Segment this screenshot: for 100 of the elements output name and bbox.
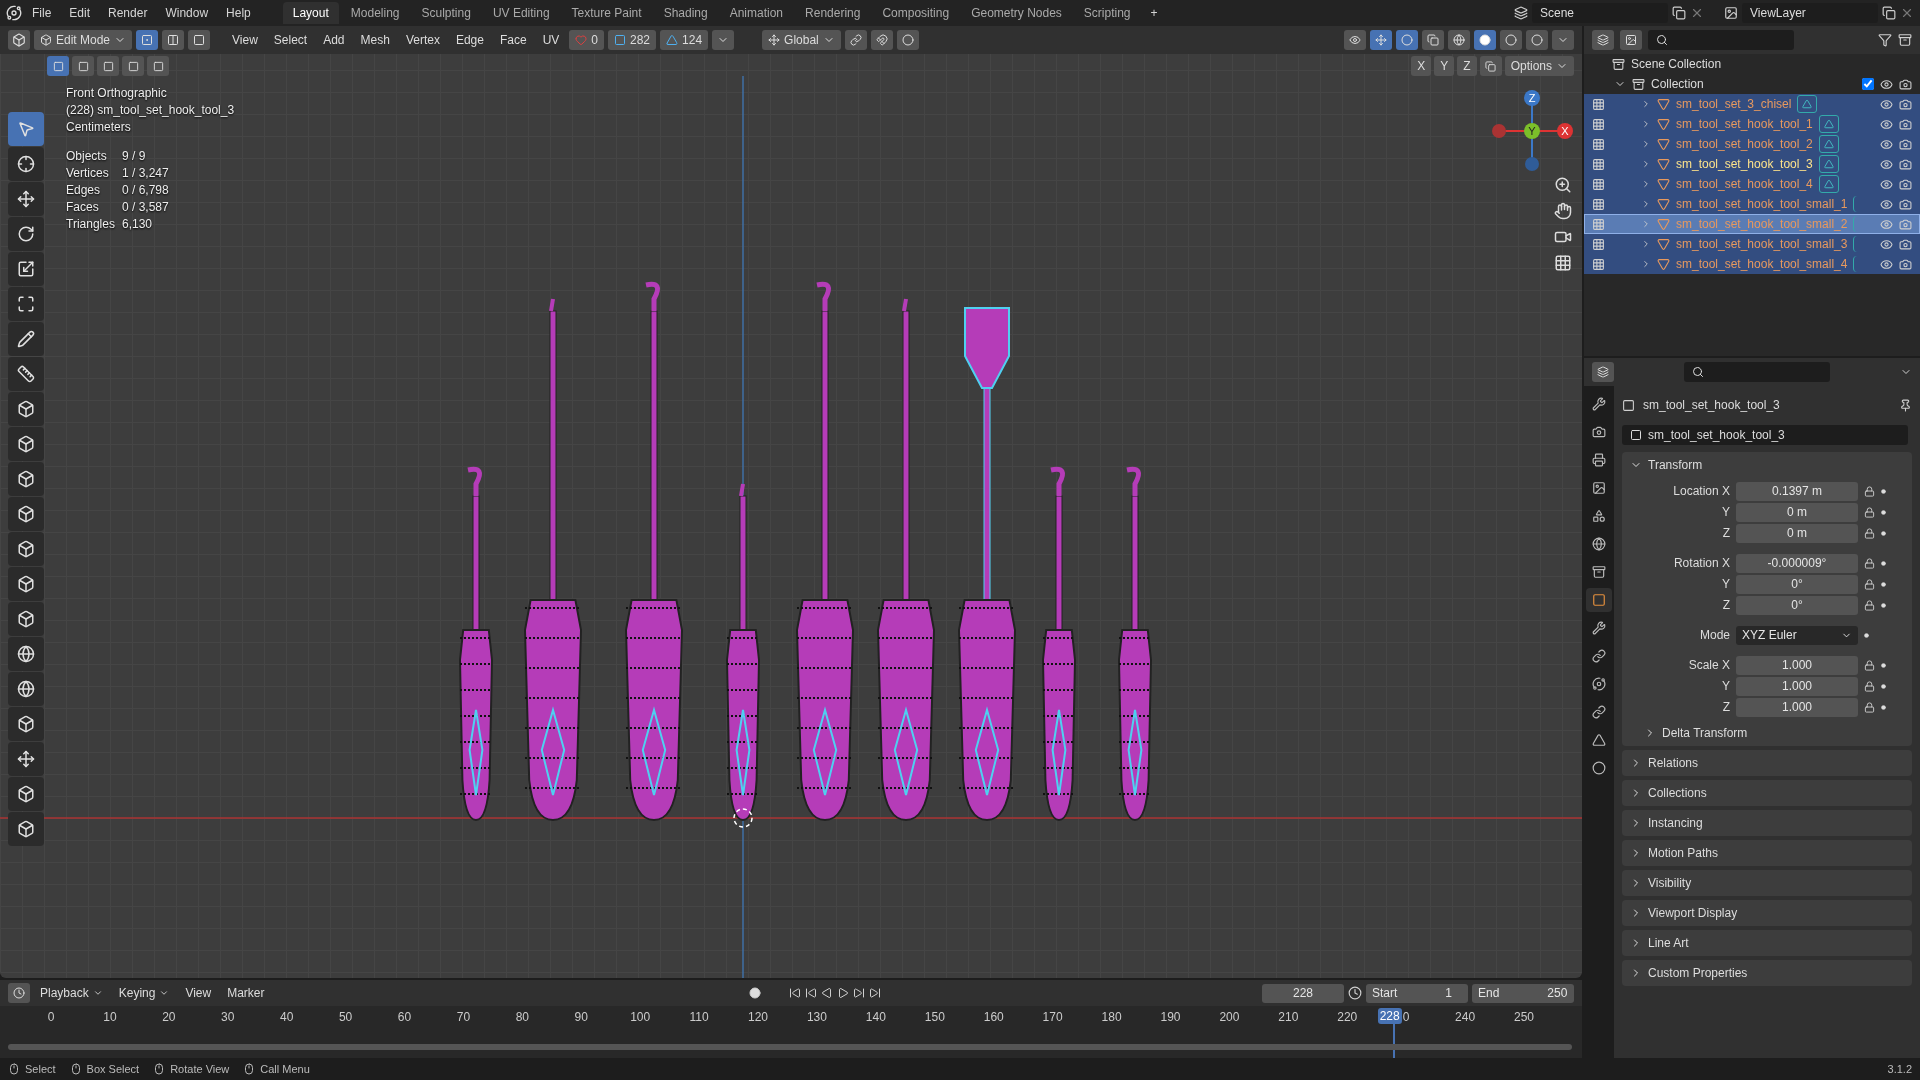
crosshair-tool[interactable] — [8, 147, 44, 181]
zoom-icon[interactable] — [1554, 176, 1572, 194]
mesh-object-icon[interactable] — [1657, 157, 1670, 171]
menu-item[interactable]: View — [179, 983, 218, 1003]
cube-tool[interactable] — [8, 427, 44, 461]
keyframe-dot-icon[interactable] — [1881, 602, 1886, 608]
workspace-tab[interactable]: Rendering — [795, 2, 871, 24]
camera-icon[interactable] — [1899, 77, 1912, 91]
mirror-button[interactable] — [1479, 56, 1502, 76]
keyframe-dot-icon[interactable] — [1881, 581, 1886, 587]
menu-item[interactable]: Add — [317, 30, 351, 50]
mesh-object-icon[interactable] — [1657, 257, 1670, 271]
add-workspace-button[interactable]: + — [1142, 3, 1166, 23]
selection-mode-button[interactable] — [97, 56, 119, 76]
copy-icon[interactable] — [1882, 6, 1896, 20]
mesh-data-icon[interactable] — [1818, 115, 1839, 133]
camera-icon[interactable] — [1899, 117, 1912, 131]
pin-icon[interactable] — [1899, 398, 1912, 412]
workspace-tab[interactable]: Modeling — [340, 2, 410, 24]
lock-icon[interactable] — [1864, 701, 1875, 713]
number-field[interactable]: 0 m — [1736, 523, 1858, 543]
outliner-row[interactable]: sm_tool_set_hook_tool_2 — [1584, 134, 1920, 154]
workspace-tab[interactable]: UV Editing — [482, 2, 560, 24]
menu-item[interactable]: Window — [157, 3, 217, 23]
lock-icon[interactable] — [1864, 527, 1875, 539]
material-shading-button[interactable] — [1500, 30, 1522, 50]
menu-item[interactable]: Marker — [221, 983, 271, 1003]
mesh-data-icon[interactable] — [1818, 175, 1839, 193]
next-keyframe-icon[interactable] — [852, 987, 865, 999]
playhead[interactable]: 228 — [1377, 1008, 1402, 1024]
cube-tool[interactable] — [8, 532, 44, 566]
edit-mode-icon[interactable] — [1592, 97, 1605, 111]
hand-icon[interactable] — [1554, 202, 1572, 220]
cube-tool[interactable] — [8, 462, 44, 496]
menu-item[interactable]: Face — [493, 30, 533, 50]
mesh-object-icon[interactable] — [1657, 137, 1670, 151]
menu-item[interactable]: Vertex — [399, 30, 446, 50]
edit-mode-icon[interactable] — [1592, 117, 1605, 131]
outliner-item[interactable]: Collection — [1651, 77, 1704, 91]
workspace-tab[interactable]: Sculpting — [411, 2, 481, 24]
edit-mode-icon[interactable] — [1592, 217, 1605, 231]
scrollbar[interactable] — [8, 1044, 1572, 1050]
keyframe-dot-icon[interactable] — [1881, 509, 1886, 515]
selection-mode-button[interactable] — [72, 56, 94, 76]
gizmo-button[interactable] — [1370, 30, 1392, 50]
eye-icon[interactable] — [1880, 197, 1893, 211]
edit-mode-icon[interactable] — [1592, 197, 1605, 211]
dropdown-button[interactable] — [712, 30, 735, 50]
pencil-tool[interactable] — [8, 322, 44, 356]
selection-mode-button[interactable] — [122, 56, 144, 76]
scale-tool[interactable] — [8, 252, 44, 286]
mode-dropdown[interactable]: XYZ Euler — [1736, 625, 1858, 645]
overlay-button[interactable] — [1396, 30, 1418, 50]
grid-icon[interactable] — [1554, 254, 1572, 272]
dropdown-button[interactable] — [1552, 30, 1574, 50]
panel-header[interactable]: Transform — [1630, 455, 1904, 475]
number-field[interactable]: 0.1397 m — [1736, 481, 1858, 501]
vertex-select-button[interactable] — [136, 30, 159, 50]
mesh-data-icon[interactable] — [1818, 135, 1839, 153]
number-field[interactable]: 0 m — [1736, 502, 1858, 522]
options-dropdown[interactable]: Options — [1504, 56, 1574, 76]
menu-item[interactable]: File — [24, 3, 60, 23]
move-tool[interactable] — [8, 182, 44, 216]
workspace-tab[interactable]: Scripting — [1073, 2, 1141, 24]
lock-icon[interactable] — [1864, 659, 1875, 671]
properties-tab[interactable] — [1586, 588, 1612, 612]
orientation-dropdown[interactable]: Global — [762, 30, 841, 50]
close-icon[interactable] — [1900, 6, 1914, 20]
copy-icon[interactable] — [1672, 6, 1686, 20]
scene-field[interactable]: Scene — [1532, 3, 1668, 23]
cube-tool[interactable] — [8, 777, 44, 811]
cube-tool[interactable] — [8, 497, 44, 531]
keyframe-dot-icon[interactable] — [1881, 530, 1886, 536]
edit-mode-icon[interactable] — [1592, 177, 1605, 191]
cube-tool[interactable] — [8, 392, 44, 426]
outliner-row[interactable]: sm_tool_set_3_chisel — [1584, 94, 1920, 114]
keyframe-dot-icon[interactable] — [1881, 662, 1886, 668]
mesh-data-icon[interactable] — [1797, 95, 1818, 113]
cube-tool[interactable] — [8, 812, 44, 846]
lock-icon[interactable] — [1864, 506, 1875, 518]
axis-toggle[interactable]: Z — [1457, 56, 1477, 76]
eye-icon[interactable] — [1880, 77, 1893, 91]
eye-icon[interactable] — [1880, 257, 1893, 271]
camera-icon[interactable] — [1899, 137, 1912, 151]
number-field[interactable]: 1.000 — [1736, 697, 1858, 717]
menu-item[interactable]: Keying — [112, 983, 176, 1003]
menu-item[interactable]: Select — [267, 30, 314, 50]
move-tool[interactable] — [8, 742, 44, 776]
snap-button[interactable] — [870, 30, 893, 50]
keyframe-dot-icon[interactable] — [1881, 488, 1886, 494]
mode-dropdown[interactable]: Edit Mode — [34, 30, 133, 50]
count-badge[interactable]: 282 — [608, 30, 657, 50]
number-field[interactable]: 1.000 — [1736, 676, 1858, 696]
axis-toggle[interactable]: X — [1411, 56, 1432, 76]
wireframe-shading-button[interactable] — [1448, 30, 1470, 50]
exclude-checkbox[interactable] — [1862, 78, 1874, 90]
rendered-shading-button[interactable] — [1526, 30, 1548, 50]
eye-icon[interactable] — [1880, 137, 1893, 151]
outliner-row[interactable]: sm_tool_set_hook_tool_1 — [1584, 114, 1920, 134]
edge-select-button[interactable] — [162, 30, 185, 50]
